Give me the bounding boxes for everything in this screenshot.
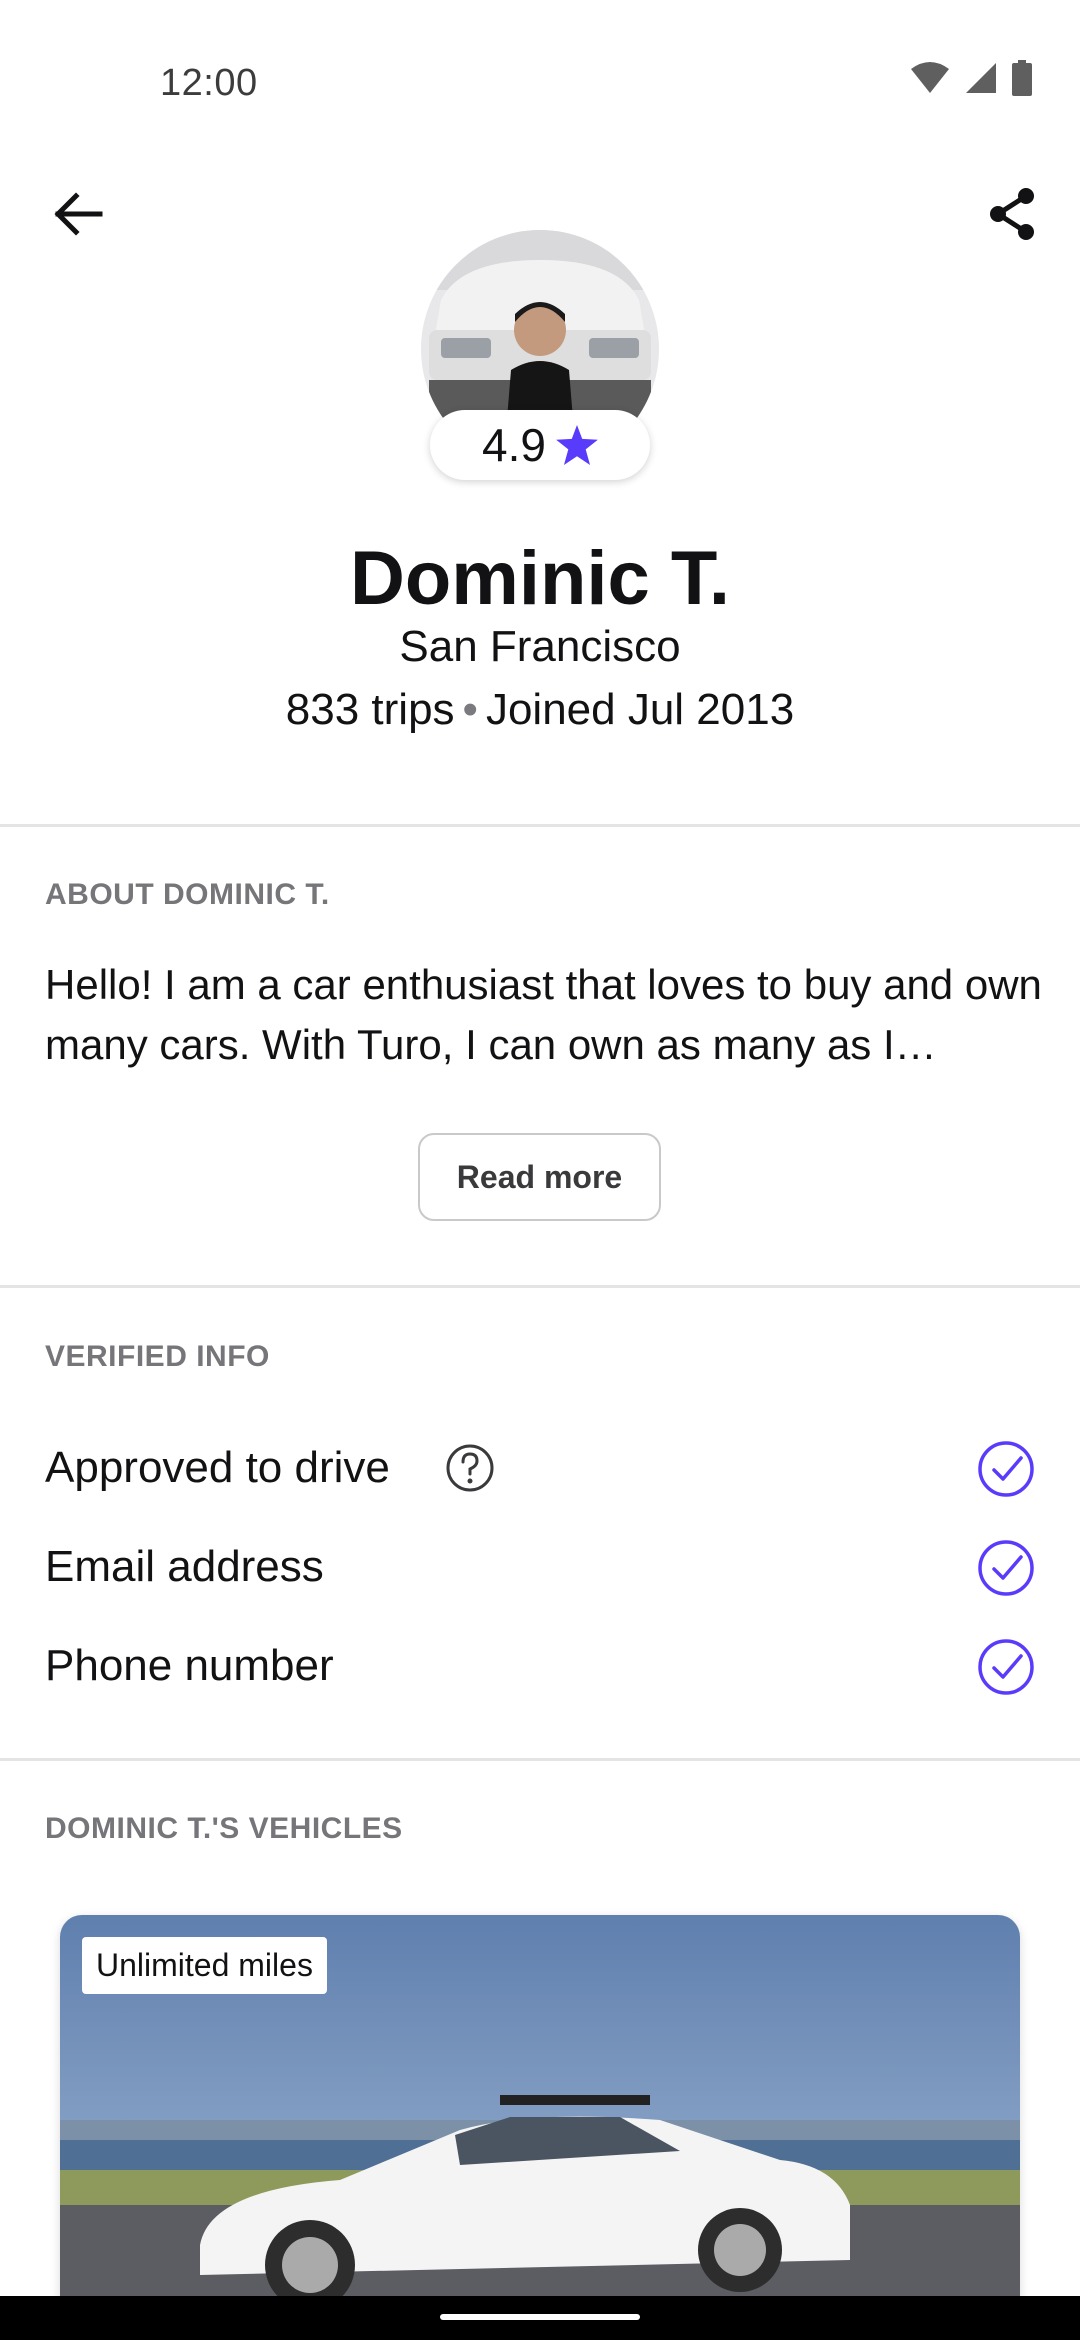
host-stats: 833 trips • Joined Jul 2013 bbox=[0, 685, 1080, 735]
share-button[interactable] bbox=[974, 176, 1050, 252]
arrow-left-icon bbox=[54, 192, 103, 236]
status-time: 12:00 bbox=[160, 62, 258, 104]
check-circle-icon bbox=[978, 1441, 1034, 1497]
home-gesture-handle[interactable] bbox=[440, 2314, 640, 2320]
check-circle-icon bbox=[978, 1540, 1034, 1596]
stats-separator: • bbox=[462, 685, 478, 734]
verified-item-label: Approved to drive bbox=[45, 1443, 390, 1492]
about-heading: ABOUT DOMINIC T. bbox=[45, 878, 330, 911]
verified-item-phone-number: Phone number bbox=[45, 1626, 1035, 1706]
divider bbox=[0, 1285, 1080, 1288]
check-circle-icon bbox=[978, 1639, 1034, 1695]
host-name: Dominic T. bbox=[349, 536, 731, 621]
back-button[interactable] bbox=[40, 176, 116, 252]
vehicles-heading: DOMINIC T.'S VEHICLES bbox=[45, 1812, 403, 1845]
divider bbox=[0, 824, 1080, 827]
about-text: Hello! I am a car enthusiast that loves … bbox=[45, 961, 1042, 1068]
verified-item-email-address: Email address bbox=[45, 1527, 1035, 1607]
help-button[interactable] bbox=[445, 1443, 495, 1493]
read-more-button[interactable]: Read more bbox=[418, 1133, 661, 1221]
status-icons bbox=[910, 60, 1032, 96]
system-navigation-bar bbox=[0, 2296, 1080, 2340]
verified-item-label: Email address bbox=[45, 1542, 324, 1591]
vehicle-card[interactable]: Unlimited miles bbox=[60, 1915, 1020, 2340]
question-circle-icon bbox=[446, 1444, 494, 1492]
verified-item-label: Phone number bbox=[45, 1641, 334, 1690]
cell-signal-icon bbox=[966, 63, 996, 93]
status-bar: 12:00 bbox=[0, 0, 1080, 140]
host-joined: Joined Jul 2013 bbox=[485, 685, 795, 734]
host-location: San Francisco bbox=[399, 622, 681, 671]
battery-icon bbox=[1012, 60, 1032, 96]
verified-info-heading: VERIFIED INFO bbox=[45, 1340, 270, 1373]
wifi-icon bbox=[911, 62, 949, 93]
verified-item-approved-to-drive: Approved to drive bbox=[45, 1428, 1035, 1508]
share-icon bbox=[990, 188, 1034, 240]
divider bbox=[0, 1758, 1080, 1761]
host-trips: 833 trips bbox=[285, 685, 455, 734]
rating-value: 4.9 bbox=[482, 419, 546, 471]
star-icon bbox=[556, 425, 598, 465]
host-rating-badge: 4.9 bbox=[430, 410, 650, 480]
host-profile-screen: 12:00 4.9 Dominic T. San Francisco 833 t… bbox=[0, 0, 1080, 2340]
vehicle-badge: Unlimited miles bbox=[82, 1937, 327, 1994]
